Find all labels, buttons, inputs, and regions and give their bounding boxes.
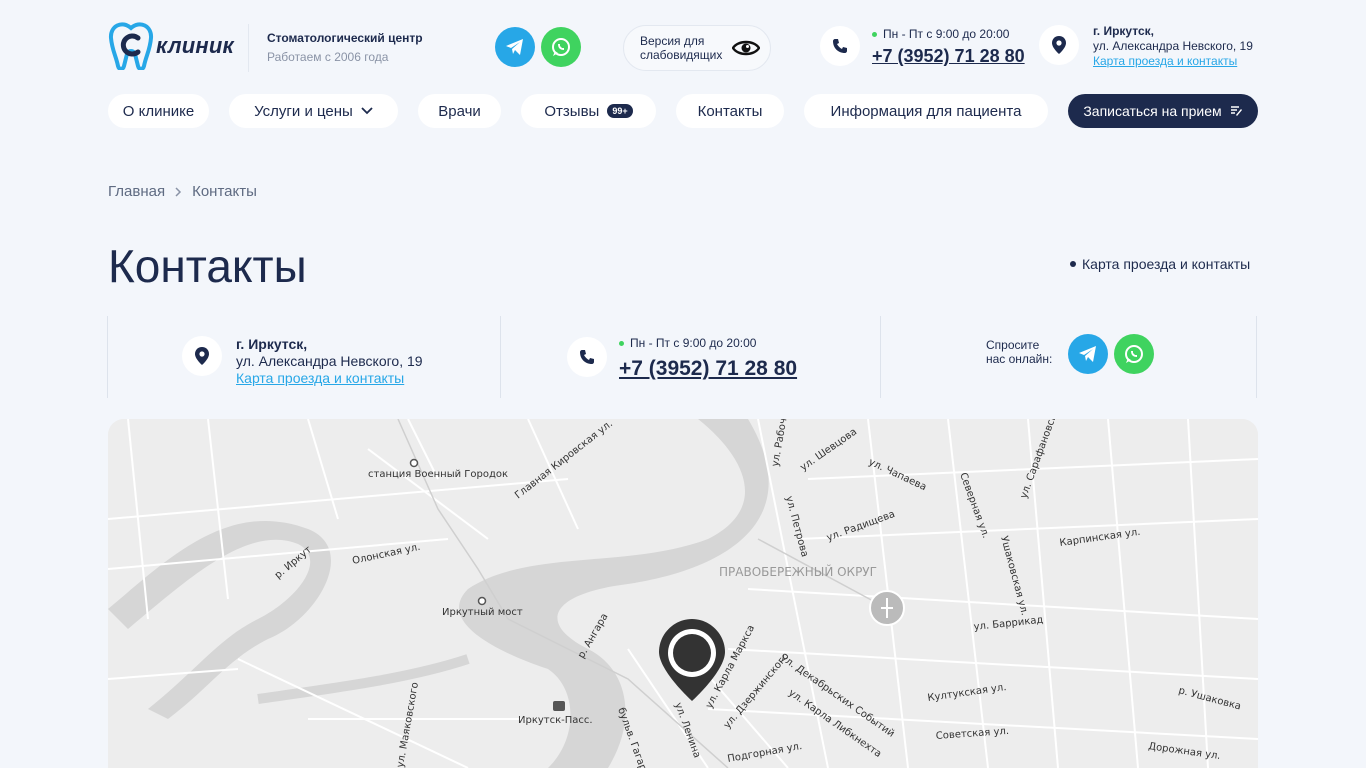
map-label: Иркутск-Пасс. [518, 715, 593, 726]
eye-icon [732, 40, 760, 56]
page-title: Контакты [108, 240, 307, 292]
header-phone-link[interactable]: +7 (3952) 71 28 80 [872, 46, 1025, 67]
header-hours: Пн - Пт с 9:00 до 20:00 [872, 27, 1009, 41]
contact-hours: Пн - Пт с 9:00 до 20:00 [619, 336, 756, 350]
contact-location-icon-wrap [182, 336, 222, 376]
telegram-icon [1079, 346, 1096, 362]
telegram-icon [506, 39, 523, 55]
header-telegram-button[interactable] [495, 27, 535, 67]
train-station-icon [553, 701, 565, 711]
whatsapp-icon [552, 38, 570, 56]
divider [107, 316, 108, 398]
header-hours-text: Пн - Пт с 9:00 до 20:00 [883, 27, 1010, 41]
contact-hours-text: Пн - Пт с 9:00 до 20:00 [630, 336, 757, 350]
nav-contacts[interactable]: Контакты [676, 94, 784, 128]
status-dot [619, 340, 624, 346]
map-canvas[interactable]: станция Военный Городок Главная Кировска… [108, 419, 1258, 768]
map-anchor-label: Карта проезда и контакты [1082, 256, 1251, 272]
breadcrumb: Главная Контакты [108, 183, 257, 200]
nav-patient-info[interactable]: Информация для пациента [804, 94, 1048, 128]
list-pen-icon [1230, 106, 1242, 116]
header-phone-icon-wrap [820, 26, 860, 66]
nav-about-label: О клинике [122, 102, 195, 120]
location-pin-icon [195, 347, 209, 365]
phone-icon [833, 39, 847, 53]
map-district-label: ПРАВОБЕРЕЖНЫЙ ОКРУГ [719, 564, 877, 579]
tagline-title: Стоматологический центр [267, 31, 423, 45]
tagline-subtitle: Работаем с 2006 года [267, 50, 389, 64]
map[interactable]: станция Военный Городок Главная Кировска… [108, 419, 1258, 768]
contact-telegram-button[interactable] [1068, 334, 1108, 374]
contact-city: г. Иркутск, [236, 336, 308, 352]
nav-services[interactable]: Услуги и цены [229, 94, 398, 128]
divider [500, 316, 501, 398]
logo-text: клиник [156, 33, 234, 58]
nav-reviews-label: Отзывы [544, 102, 600, 120]
map-anchor-link[interactable]: Карта проезда и контакты [1070, 256, 1250, 272]
chevron-down-icon [361, 107, 373, 115]
header-street: ул. Александра Невского, 19 [1093, 39, 1253, 53]
breadcrumb-home[interactable]: Главная [108, 183, 165, 200]
header-divider [248, 24, 249, 72]
nav-services-label: Услуги и цены [254, 102, 353, 120]
divider [1256, 316, 1257, 398]
site-header: клиник Стоматологический центр Работаем … [108, 20, 1258, 76]
logo[interactable]: клиник [108, 22, 234, 70]
header-whatsapp-button[interactable] [541, 27, 581, 67]
header-address: г. Иркутск, ул. Александра Невского, 19 … [1093, 24, 1253, 68]
map-label: станция Военный Городок [368, 469, 508, 480]
breadcrumb-current: Контакты [192, 183, 257, 200]
contact-address: г. Иркутск, ул. Александра Невского, 19 … [236, 336, 423, 386]
nav-doctors[interactable]: Врачи [418, 94, 501, 128]
contact-street: ул. Александра Невского, 19 [236, 353, 423, 369]
phone-icon [580, 350, 594, 364]
book-appointment-label: Записаться на прием [1083, 103, 1222, 119]
status-dot [872, 31, 877, 37]
divider [880, 316, 881, 398]
bullet [1070, 261, 1076, 267]
header-city: г. Иркутск, [1093, 24, 1154, 38]
tooth-logo-icon [108, 22, 154, 70]
location-pin-icon [1052, 36, 1066, 54]
chevron-right-icon [175, 186, 182, 197]
header-location-icon-wrap [1039, 25, 1079, 65]
contact-whatsapp-button[interactable] [1114, 334, 1154, 374]
nav-about[interactable]: О клинике [108, 94, 209, 128]
contact-map-link[interactable]: Карта проезда и контакты [236, 370, 423, 386]
nav-doctors-label: Врачи [438, 102, 481, 120]
tagline: Стоматологический центр Работаем с 2006 … [267, 31, 423, 64]
contact-phone-link[interactable]: +7 (3952) 71 28 80 [619, 357, 797, 381]
ask-online-label: Спросите нас онлайн: [986, 338, 1053, 366]
nav-patient-info-label: Информация для пациента [830, 102, 1022, 120]
map-label: Иркутный мост [442, 607, 523, 618]
whatsapp-icon [1125, 345, 1143, 363]
header-map-link[interactable]: Карта проезда и контакты [1093, 54, 1253, 68]
book-appointment-button[interactable]: Записаться на прием [1068, 94, 1258, 128]
accessibility-button[interactable]: Версия для слабовидящих [623, 25, 771, 71]
reviews-badge: 99+ [607, 104, 633, 118]
nav-contacts-label: Контакты [697, 102, 763, 120]
contact-phone-icon-wrap [567, 337, 607, 377]
accessibility-label: Версия для слабовидящих [640, 34, 723, 62]
nav-reviews[interactable]: Отзывы 99+ [521, 94, 656, 128]
